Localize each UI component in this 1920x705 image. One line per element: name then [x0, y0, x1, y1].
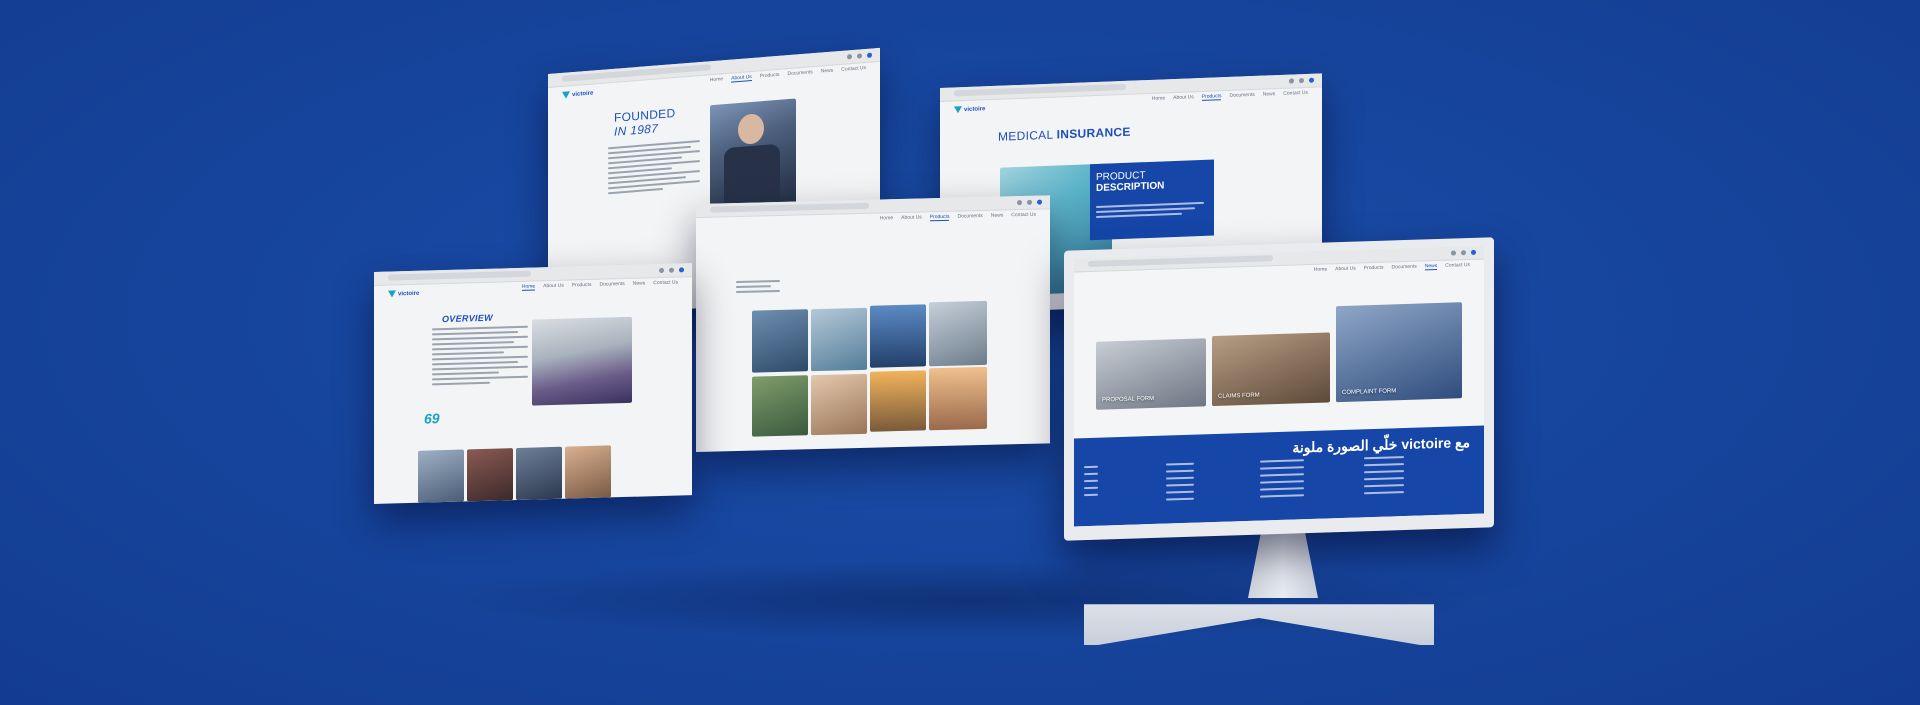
- address-bar[interactable]: [388, 270, 532, 281]
- nav-item[interactable]: Documents: [599, 281, 624, 289]
- product-heading-bold: DESCRIPTION: [1096, 180, 1165, 195]
- claims-form-tile[interactable]: CLAIMS FORM: [1212, 332, 1330, 407]
- complaint-form-label: COMPLAINT FORM: [1342, 388, 1397, 397]
- overview-tile[interactable]: [418, 449, 464, 503]
- victoire-logo[interactable]: victoire: [954, 105, 985, 114]
- gallery-tile[interactable]: [870, 370, 926, 432]
- nav-item[interactable]: Home: [1314, 266, 1327, 273]
- footer: مع victoire خلّي الصورة ملونة: [1074, 425, 1484, 527]
- victoire-logo[interactable]: victoire: [388, 290, 419, 298]
- founded-paragraph: [608, 140, 700, 197]
- nav-item[interactable]: Documents: [1229, 92, 1254, 100]
- overview-heading: OVERVIEW: [442, 312, 493, 325]
- footer-column: [1260, 459, 1304, 502]
- medical-heading-bold: INSURANCE: [1056, 124, 1131, 142]
- nav-item[interactable]: Contact Us: [841, 65, 866, 74]
- complaint-form-tile[interactable]: COMPLAINT FORM: [1336, 302, 1462, 403]
- nav-item[interactable]: Contact Us: [1283, 90, 1308, 98]
- nav-item[interactable]: News: [1424, 263, 1438, 271]
- nav-bar: Home About Us Products Documents News Co…: [880, 212, 1036, 223]
- nav-item[interactable]: Products: [1364, 265, 1384, 273]
- footer-column: [1364, 456, 1404, 499]
- address-bar[interactable]: [710, 202, 870, 213]
- gallery-tile[interactable]: [811, 373, 867, 436]
- proposal-form-tile[interactable]: PROPOSAL FORM: [1096, 338, 1206, 410]
- product-paragraph: [1096, 201, 1204, 221]
- portrait-face: [738, 113, 764, 146]
- nav-item[interactable]: Products: [572, 282, 592, 290]
- nav-item[interactable]: News: [821, 68, 834, 76]
- overview-paragraph: [432, 325, 528, 389]
- monitor-screen: Home About Us Products Documents News Co…: [1074, 245, 1484, 527]
- nav-item[interactable]: Contact Us: [1011, 212, 1036, 220]
- gallery-tile[interactable]: [929, 366, 987, 431]
- overview-stat-value: 69: [424, 410, 440, 427]
- nav-item[interactable]: About Us: [1173, 94, 1194, 102]
- product-description-box: PRODUCT DESCRIPTION: [1090, 159, 1214, 241]
- gallery-tile[interactable]: [811, 307, 867, 372]
- nav-item[interactable]: Products: [929, 213, 950, 222]
- nav-item[interactable]: Products: [1201, 93, 1222, 101]
- nav-item[interactable]: About Us: [543, 283, 564, 291]
- footer-tagline: مع victoire خلّي الصورة ملونة: [1292, 433, 1470, 456]
- medical-heading-light: MEDICAL: [998, 127, 1053, 144]
- footer-column: [1084, 465, 1098, 501]
- product-description-heading: PRODUCT DESCRIPTION: [1096, 169, 1164, 194]
- nav-item[interactable]: News: [991, 212, 1004, 219]
- nav-item[interactable]: Home: [880, 215, 893, 222]
- gallery-tile[interactable]: [752, 375, 808, 437]
- nav-item[interactable]: Documents: [957, 213, 982, 221]
- gallery-tile[interactable]: [929, 300, 987, 367]
- overview-car-photo: [532, 316, 632, 406]
- gallery-list: [736, 279, 780, 296]
- gallery-tile[interactable]: [752, 309, 808, 373]
- overview-window: victoire Home About Us Products Document…: [374, 263, 692, 504]
- nav-item[interactable]: News: [1263, 91, 1276, 98]
- nav-item[interactable]: Documents: [787, 69, 812, 78]
- gallery-window: Home About Us Products Documents News Co…: [696, 195, 1050, 452]
- gallery-tile[interactable]: [870, 304, 926, 368]
- address-bar[interactable]: [562, 64, 712, 82]
- proposal-form-label: PROPOSAL FORM: [1102, 395, 1155, 404]
- showcase-scene: victoire Home About Us Products Document…: [0, 0, 1920, 705]
- address-bar[interactable]: [954, 83, 1126, 97]
- nav-item[interactable]: News: [633, 280, 646, 287]
- nav-item[interactable]: Home: [1152, 95, 1165, 103]
- victoire-logo[interactable]: victoire: [562, 89, 593, 99]
- overview-tile[interactable]: [467, 448, 513, 502]
- nav-item[interactable]: About Us: [901, 214, 922, 222]
- overview-tile[interactable]: [516, 446, 562, 501]
- nav-item[interactable]: Documents: [1391, 264, 1416, 272]
- claims-form-label: CLAIMS FORM: [1218, 392, 1260, 400]
- nav-item[interactable]: Products: [760, 72, 780, 81]
- nav-item[interactable]: Contact Us: [1445, 262, 1470, 270]
- address-bar[interactable]: [1088, 255, 1273, 268]
- nav-item[interactable]: About Us: [731, 73, 752, 83]
- nav-item[interactable]: Home: [710, 76, 723, 84]
- nav-item[interactable]: Home: [521, 283, 536, 291]
- overview-tile[interactable]: [565, 445, 611, 499]
- desktop-monitor: Home About Us Products Documents News Co…: [1064, 237, 1494, 541]
- medical-heading: MEDICAL INSURANCE: [998, 125, 1131, 144]
- founded-heading: FOUNDED IN 1987: [614, 106, 675, 139]
- footer-column: [1166, 462, 1194, 506]
- nav-item[interactable]: About Us: [1335, 266, 1356, 274]
- nav-item[interactable]: Contact Us: [653, 280, 678, 288]
